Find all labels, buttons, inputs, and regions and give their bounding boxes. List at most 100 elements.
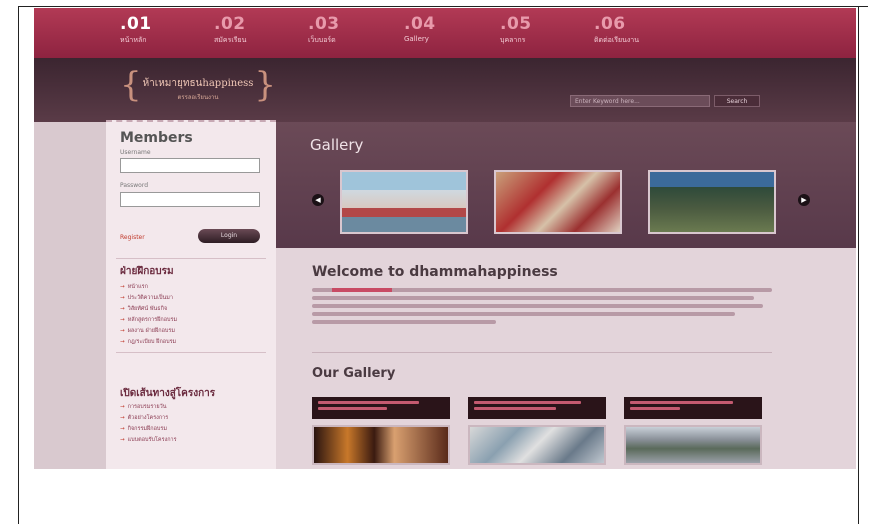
nav-number: .01 <box>120 14 152 34</box>
nav-number: .04 <box>404 14 436 34</box>
text-line <box>312 288 772 292</box>
gallery-card[interactable] <box>624 397 762 465</box>
sidebar-item[interactable]: → การอบรมรายวัน <box>120 402 177 413</box>
arrow-icon: → <box>120 339 125 345</box>
sidebar-item-label: วิสัยทัศน์ พันธกิจ <box>127 306 168 312</box>
website-screenshot: .01 หน้าหลัก .02 สมัครเรียน .03 เว็บบอร์… <box>34 8 856 469</box>
sidebar: Members Username Password Register Login… <box>106 120 276 469</box>
password-field[interactable] <box>120 192 260 207</box>
text-line <box>312 296 754 300</box>
sidebar-item-label: ประวัติความเป็นมา <box>127 295 173 301</box>
top-nav: .01 หน้าหลัก .02 สมัครเรียน .03 เว็บบอร์… <box>34 8 856 58</box>
gallery-title: Gallery <box>310 136 364 154</box>
nav-label: บุคลากร <box>500 36 526 44</box>
arrow-icon: → <box>120 328 125 334</box>
sidebar-item-label: หลักสูตรการฝึกอบรม <box>127 317 178 323</box>
our-gallery-heading: Our Gallery <box>312 366 396 381</box>
sidebar-item[interactable]: → ประวัติความเป็นมา <box>120 293 177 304</box>
sidebar-item[interactable]: → หลักสูตรการฝึกอบรม <box>120 315 177 326</box>
caption-line <box>474 401 582 404</box>
text-line <box>312 320 496 324</box>
nav-label: เว็บบอร์ด <box>308 36 336 44</box>
gallery-thumbnail-3[interactable] <box>648 170 776 234</box>
sidebar-item[interactable]: → วิสัยทัศน์ พันธกิจ <box>120 304 177 315</box>
frame-right-border <box>858 6 859 524</box>
logo-title: ห้าเหมายุทธนhappiness <box>142 78 254 89</box>
sidebar-item-label: การอบรมรายวัน <box>127 404 167 410</box>
nav-label: Gallery <box>404 35 429 43</box>
sidebar-item-label: ผลงาน ฝ่ายฝึกอบรม <box>127 328 175 334</box>
sidebar-item-label: แบบตอบรับโครงการ <box>127 437 177 443</box>
nav-item-home[interactable]: .01 หน้าหลัก <box>120 14 152 46</box>
logo-subtitle: ตรรลอเรียนงาน <box>177 94 219 101</box>
logo-right-brace: } <box>254 65 276 105</box>
arrow-icon: → <box>120 284 125 290</box>
arrow-icon: → <box>120 306 125 312</box>
welcome-paragraph <box>312 288 772 328</box>
caption-line <box>474 407 556 410</box>
nav-label: สมัครเรียน <box>214 36 247 44</box>
gallery-card-caption <box>624 397 762 419</box>
arrow-icon: → <box>120 415 125 421</box>
sidebar-item[interactable]: → ตัวอย่างโครงการ <box>120 413 177 424</box>
arrow-icon: → <box>120 437 125 443</box>
caption-line <box>318 401 419 404</box>
gallery-card-image[interactable] <box>312 425 450 465</box>
register-link[interactable]: Register <box>120 234 145 241</box>
username-label: Username <box>120 149 151 156</box>
nav-number: .03 <box>308 14 340 34</box>
text-line <box>312 312 736 316</box>
sidebar-item[interactable]: → กิจกรรมฝึกอบรม <box>120 424 177 435</box>
members-title: Members <box>120 130 193 146</box>
gallery-section: Gallery ◀ ▶ <box>276 122 856 248</box>
frame-top-border <box>18 6 868 7</box>
gallery-thumbnail-1[interactable] <box>340 170 468 234</box>
nav-number: .05 <box>500 14 532 34</box>
caption-line <box>630 401 734 404</box>
caption-line <box>630 407 681 410</box>
search-input[interactable]: Enter Keyword here... <box>570 95 710 107</box>
login-button[interactable]: Login <box>198 229 260 243</box>
sidebar-menu-1: → หน้าแรก → ประวัติความเป็นมา → วิสัยทัศน์ … <box>120 282 177 348</box>
sidebar-item-label: ตัวอย่างโครงการ <box>127 415 169 421</box>
chevron-right-icon[interactable]: ▶ <box>798 194 810 206</box>
arrow-icon: → <box>120 295 125 301</box>
nav-label: ติดต่อเรียนงาน <box>594 36 640 44</box>
search-button[interactable]: Search <box>714 95 760 107</box>
nav-label: หน้าหลัก <box>120 36 147 44</box>
gallery-card-image[interactable] <box>624 425 762 465</box>
nav-item-contact[interactable]: .06 ติดต่อเรียนงาน <box>594 14 639 46</box>
nav-item-staff[interactable]: .05 บุคลากร <box>500 14 532 46</box>
sidebar-section-title: เปิดเส้นทางสู่โครงการ <box>120 388 216 399</box>
arrow-icon: → <box>120 426 125 432</box>
sidebar-menu-2: → การอบรมรายวัน → ตัวอย่างโครงการ → กิจกรรม… <box>120 402 177 446</box>
nav-number: .02 <box>214 14 246 34</box>
sidebar-item[interactable]: → หน้าแรก <box>120 282 177 293</box>
divider <box>116 258 266 259</box>
sidebar-item-label: กฎ/ระเบียบ ฝึกอบรม <box>127 339 177 345</box>
sidebar-item[interactable]: → แบบตอบรับโครงการ <box>120 435 177 446</box>
sidebar-item-label: กิจกรรมฝึกอบรม <box>127 426 167 432</box>
sidebar-section-title: ฝ่ายฝึกอบรม <box>120 266 174 277</box>
welcome-heading: Welcome to dhammahappiness <box>312 264 558 280</box>
arrow-icon: → <box>120 404 125 410</box>
gallery-card[interactable] <box>312 397 450 465</box>
username-field[interactable] <box>120 158 260 173</box>
nav-item-gallery[interactable]: .04 Gallery <box>404 14 436 43</box>
sidebar-item[interactable]: → ผลงาน ฝ่ายฝึกอบรม <box>120 326 177 337</box>
gallery-card-image[interactable] <box>468 425 606 465</box>
divider <box>312 352 772 353</box>
frame-left-border <box>18 6 19 524</box>
password-label: Password <box>120 182 149 189</box>
chevron-left-icon[interactable]: ◀ <box>312 194 324 206</box>
sidebar-item[interactable]: → กฎ/ระเบียบ ฝึกอบรม <box>120 337 177 348</box>
site-logo[interactable]: { ห้าเหมายุทธนhappiness ตรรลอเรียนงาน } <box>120 68 276 108</box>
nav-item-webboard[interactable]: .03 เว็บบอร์ด <box>308 14 340 46</box>
nav-item-register[interactable]: .02 สมัครเรียน <box>214 14 246 46</box>
caption-line <box>318 407 388 410</box>
gallery-card[interactable] <box>468 397 606 465</box>
gallery-thumbnail-2[interactable] <box>494 170 622 234</box>
gallery-card-caption <box>468 397 606 419</box>
nav-number: .06 <box>594 14 626 34</box>
site-header: { ห้าเหมายุทธนhappiness ตรรลอเรียนงาน } … <box>34 58 856 122</box>
